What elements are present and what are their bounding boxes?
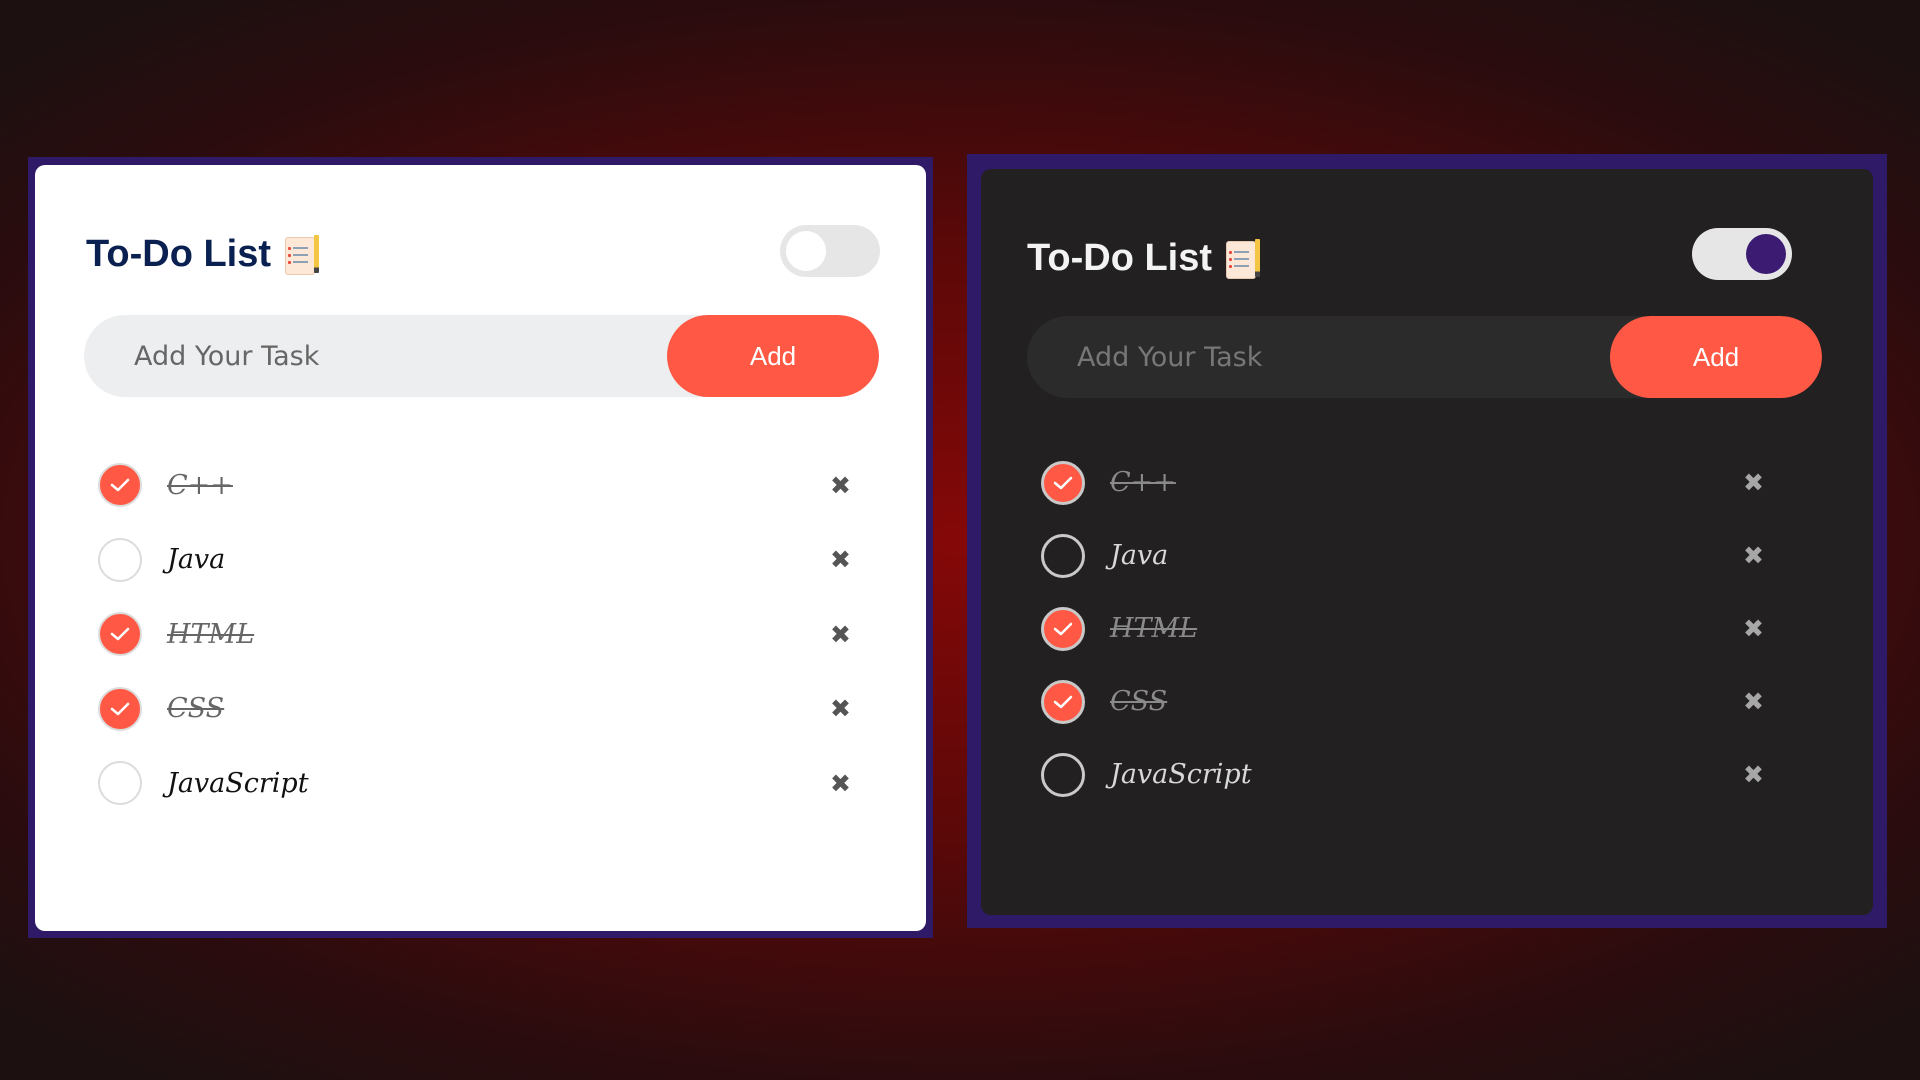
task-checkbox[interactable]	[98, 761, 142, 806]
task-checkbox[interactable]	[1041, 752, 1085, 797]
dark-mode-toggle[interactable]	[1692, 228, 1792, 280]
task-item: C++ ✖	[981, 446, 1873, 519]
checkmark-icon	[1053, 695, 1073, 708]
task-checkbox[interactable]	[1041, 460, 1085, 505]
todo-card: To-Do List Add C++ ✖ Java	[35, 165, 926, 931]
dark-mode-toggle[interactable]	[780, 225, 880, 277]
task-label: HTML	[1110, 613, 1198, 644]
task-input[interactable]	[1027, 316, 1610, 398]
remove-task-icon[interactable]: ✖	[1743, 762, 1764, 787]
title-text: To-Do List	[1027, 237, 1213, 279]
task-label: HTML	[167, 618, 255, 650]
todo-card: To-Do List Add C++ ✖ Java	[981, 169, 1873, 915]
remove-task-icon[interactable]: ✖	[1743, 470, 1764, 495]
task-label: C++	[1110, 467, 1176, 498]
add-task-bar: Add	[84, 315, 879, 397]
task-label: JavaScript	[1110, 759, 1252, 790]
task-checkbox[interactable]	[98, 463, 142, 508]
notepad-pencil-icon	[285, 234, 320, 275]
task-checkbox[interactable]	[98, 686, 142, 731]
task-item: JavaScript ✖	[981, 738, 1873, 811]
remove-task-icon[interactable]: ✖	[830, 771, 851, 796]
checkmark-icon	[1053, 622, 1073, 635]
remove-task-icon[interactable]: ✖	[1743, 543, 1764, 568]
remove-task-icon[interactable]: ✖	[830, 696, 851, 721]
remove-task-icon[interactable]: ✖	[1743, 689, 1764, 714]
task-list: C++ ✖ Java ✖ HTML ✖ CSS ✖ JavaScript ✖	[981, 446, 1873, 811]
task-checkbox[interactable]	[1041, 533, 1085, 578]
task-checkbox[interactable]	[98, 537, 142, 582]
checkmark-icon	[1053, 476, 1073, 489]
app-title: To-Do List	[1027, 237, 1261, 280]
checkmark-icon	[110, 702, 130, 715]
task-label: Java	[167, 544, 226, 576]
task-checkbox[interactable]	[98, 612, 142, 657]
task-label: Java	[1110, 540, 1169, 571]
notepad-pencil-icon	[1226, 238, 1261, 279]
remove-task-icon[interactable]: ✖	[1743, 616, 1764, 641]
task-item: HTML ✖	[981, 592, 1873, 665]
task-checkbox[interactable]	[1041, 606, 1085, 651]
toggle-knob	[1746, 234, 1786, 274]
task-item: CSS ✖	[981, 665, 1873, 738]
task-input[interactable]	[84, 315, 667, 397]
add-task-bar: Add	[1027, 316, 1822, 398]
task-item: C++ ✖	[35, 448, 926, 523]
task-label: C++	[167, 469, 233, 501]
app-title: To-Do List	[86, 233, 320, 276]
checkmark-icon	[110, 479, 130, 492]
task-label: CSS	[1110, 686, 1168, 717]
task-item: CSS ✖	[35, 672, 926, 747]
task-item: Java ✖	[35, 523, 926, 598]
task-checkbox[interactable]	[1041, 679, 1085, 724]
remove-task-icon[interactable]: ✖	[830, 547, 851, 572]
remove-task-icon[interactable]: ✖	[830, 473, 851, 498]
todo-panel-light: To-Do List Add C++ ✖ Java	[28, 157, 933, 938]
task-label: CSS	[167, 693, 225, 725]
remove-task-icon[interactable]: ✖	[830, 622, 851, 647]
task-item: JavaScript ✖	[35, 746, 926, 821]
checkmark-icon	[110, 628, 130, 641]
add-button[interactable]: Add	[1610, 316, 1822, 398]
task-item: HTML ✖	[35, 597, 926, 672]
add-button[interactable]: Add	[667, 315, 879, 397]
title-text: To-Do List	[86, 233, 272, 275]
toggle-knob	[786, 231, 826, 271]
task-item: Java ✖	[981, 519, 1873, 592]
todo-panel-dark: To-Do List Add C++ ✖ Java	[967, 154, 1887, 928]
task-label: JavaScript	[167, 767, 309, 799]
task-list: C++ ✖ Java ✖ HTML ✖ CSS ✖ JavaScript ✖	[35, 448, 926, 821]
